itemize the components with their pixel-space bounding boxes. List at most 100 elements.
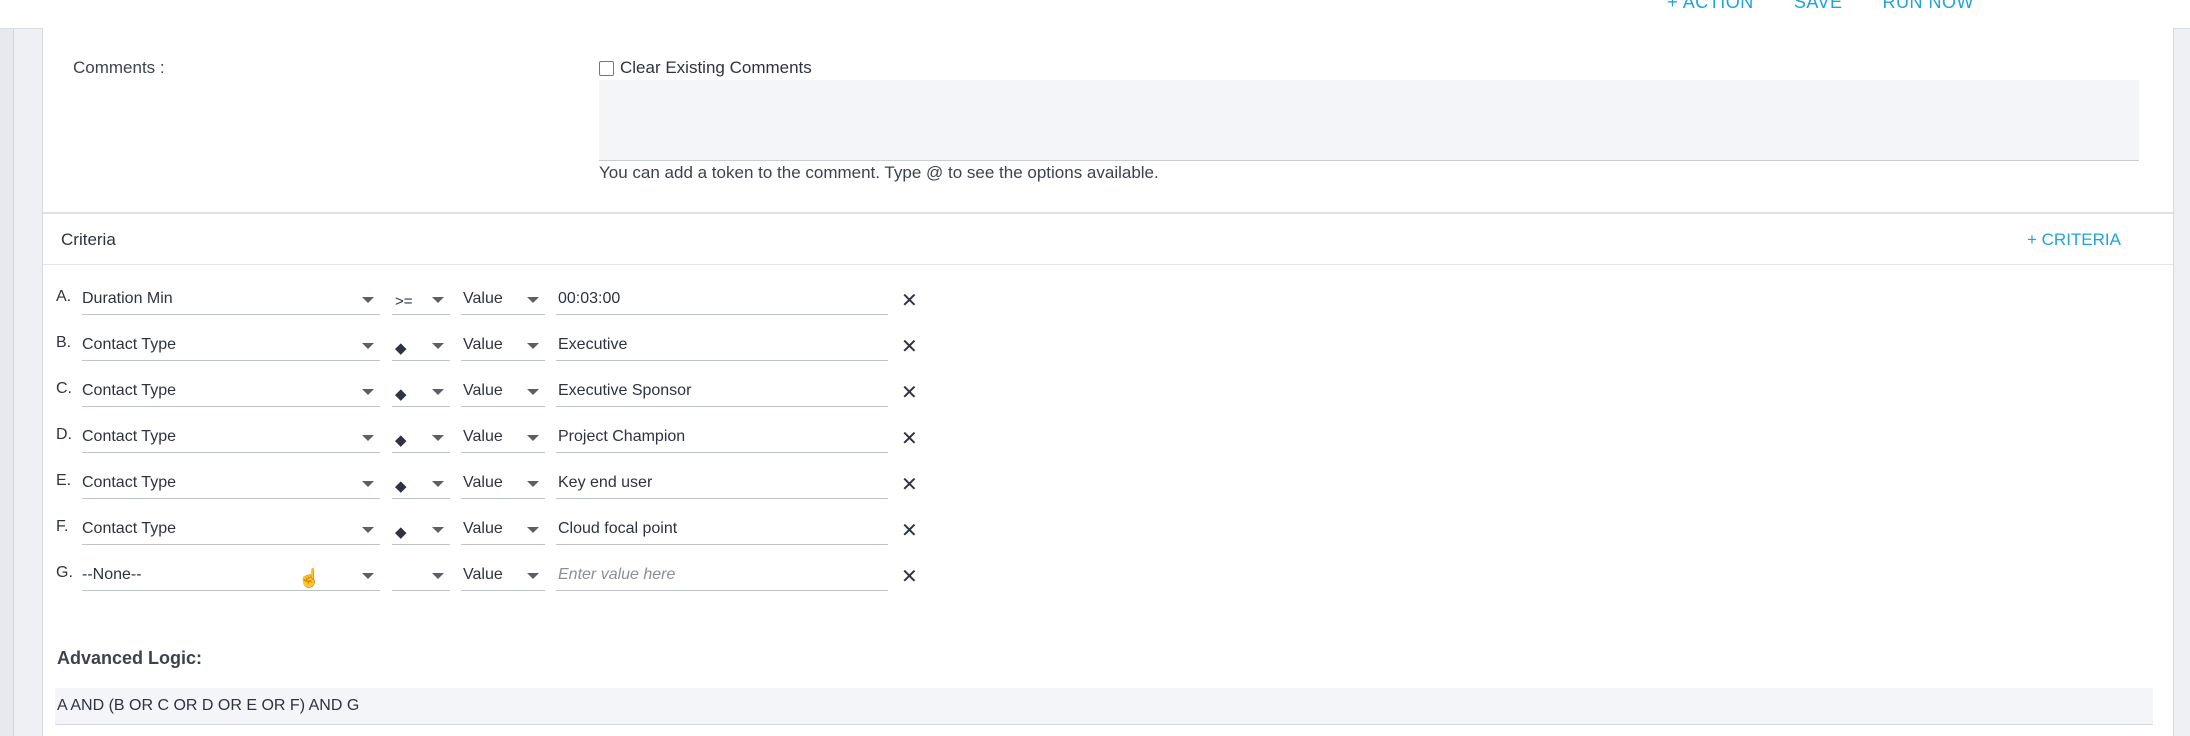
row-letter: G. bbox=[56, 564, 73, 581]
add-criteria-button[interactable]: + CRITERIA bbox=[2027, 230, 2121, 250]
criteria-row: D. Contact Type ◆ Value Project Champion… bbox=[43, 416, 983, 456]
chevron-down-icon bbox=[432, 527, 444, 533]
value-type-value: Value bbox=[463, 336, 503, 353]
close-icon[interactable]: ✕ bbox=[901, 426, 918, 451]
value-input-placeholder: Enter value here bbox=[558, 566, 676, 583]
chevron-down-icon bbox=[362, 343, 374, 349]
value-type-select[interactable]: Value bbox=[461, 514, 545, 545]
close-icon[interactable]: ✕ bbox=[901, 472, 918, 497]
comments-section: Comments : Clear Existing Comments You c… bbox=[43, 28, 2173, 214]
criteria-header: Criteria + CRITERIA bbox=[43, 214, 2173, 265]
field-select-value: Duration Min bbox=[82, 290, 173, 307]
chevron-down-icon bbox=[527, 527, 539, 533]
field-select[interactable]: Duration Min bbox=[82, 284, 380, 315]
operator-value: ◆ bbox=[395, 524, 407, 541]
criteria-row: G. --None-- Value Enter value here ✕ bbox=[43, 554, 983, 594]
value-type-select[interactable]: Value bbox=[461, 422, 545, 453]
row-letter: C. bbox=[56, 380, 72, 397]
operator-select[interactable]: ◆ bbox=[392, 422, 450, 453]
value-type-value: Value bbox=[463, 382, 503, 399]
criteria-row: A. Duration Min >= Value 00:03:00 ✕ bbox=[43, 278, 983, 318]
field-select-value: Contact Type bbox=[82, 382, 176, 399]
value-type-value: Value bbox=[463, 474, 503, 491]
field-select[interactable]: Contact Type bbox=[82, 514, 380, 545]
comment-hint: You can add a token to the comment. Type… bbox=[599, 163, 1159, 182]
value-input[interactable]: Enter value here bbox=[556, 560, 888, 591]
value-type-select[interactable]: Value bbox=[461, 468, 545, 499]
value-input-text: Executive Sponsor bbox=[558, 382, 692, 399]
value-input[interactable]: Executive bbox=[556, 330, 888, 361]
operator-select[interactable]: ◆ bbox=[392, 468, 450, 499]
chevron-down-icon bbox=[432, 297, 444, 303]
field-select-value: Contact Type bbox=[82, 474, 176, 491]
value-input-text: Key end user bbox=[558, 474, 653, 491]
close-icon[interactable]: ✕ bbox=[901, 564, 918, 589]
operator-value: ◆ bbox=[395, 478, 407, 495]
value-input[interactable]: Cloud focal point bbox=[556, 514, 888, 545]
criteria-title: Criteria bbox=[61, 230, 116, 249]
row-letter: B. bbox=[56, 334, 72, 351]
value-input[interactable]: Project Champion bbox=[556, 422, 888, 453]
operator-value: >= bbox=[395, 293, 413, 310]
value-type-value: Value bbox=[463, 566, 503, 583]
add-action-button[interactable]: + ACTION bbox=[1667, 0, 1754, 13]
operator-select[interactable]: ◆ bbox=[392, 330, 450, 361]
run-now-button[interactable]: RUN NOW bbox=[1883, 0, 1975, 13]
clear-comments-checkbox[interactable] bbox=[599, 60, 614, 76]
row-letter: A. bbox=[56, 288, 72, 305]
field-select-value: --None-- bbox=[82, 566, 142, 583]
criteria-row: B. Contact Type ◆ Value Executive ✕ bbox=[43, 324, 983, 364]
value-type-select[interactable]: Value bbox=[461, 376, 545, 407]
criteria-row: C. Contact Type ◆ Value Executive Sponso… bbox=[43, 370, 983, 410]
field-select-value: Contact Type bbox=[82, 428, 176, 445]
field-select[interactable]: Contact Type bbox=[82, 468, 380, 499]
field-select[interactable]: Contact Type bbox=[82, 422, 380, 453]
left-strip bbox=[0, 0, 14, 736]
comment-textarea[interactable] bbox=[599, 80, 2139, 161]
value-input-text: Cloud focal point bbox=[558, 520, 678, 537]
close-icon[interactable]: ✕ bbox=[901, 380, 918, 405]
field-select[interactable]: --None-- bbox=[82, 560, 380, 591]
chevron-down-icon bbox=[432, 435, 444, 441]
clear-comments-option[interactable]: Clear Existing Comments bbox=[599, 58, 812, 78]
operator-select[interactable]: >= bbox=[392, 284, 450, 315]
operator-select[interactable]: ◆ bbox=[392, 376, 450, 407]
operator-value: ◆ bbox=[395, 340, 407, 357]
close-icon[interactable]: ✕ bbox=[901, 334, 918, 359]
advanced-logic-title: Advanced Logic: bbox=[57, 648, 203, 668]
chevron-down-icon bbox=[527, 297, 539, 303]
chevron-down-icon bbox=[362, 297, 374, 303]
value-type-value: Value bbox=[463, 290, 503, 307]
value-type-select[interactable]: Value bbox=[461, 284, 545, 315]
chevron-down-icon bbox=[362, 481, 374, 487]
field-select-value: Contact Type bbox=[82, 336, 176, 353]
criteria-row: F. Contact Type ◆ Value Cloud focal poin… bbox=[43, 508, 983, 548]
advanced-logic-value: A AND (B OR C OR D OR E OR F) AND G bbox=[57, 697, 360, 714]
rule-panel: Comments : Clear Existing Comments You c… bbox=[42, 28, 2174, 736]
field-select[interactable]: Contact Type bbox=[82, 376, 380, 407]
field-select-value: Contact Type bbox=[82, 520, 176, 537]
close-icon[interactable]: ✕ bbox=[901, 288, 918, 313]
operator-select[interactable]: ◆ bbox=[392, 514, 450, 545]
top-bar: + ACTION SAVE RUN NOW bbox=[0, 0, 2190, 29]
save-button[interactable]: SAVE bbox=[1794, 0, 1843, 13]
chevron-down-icon bbox=[527, 343, 539, 349]
operator-value: ◆ bbox=[395, 432, 407, 449]
value-input-text: Executive bbox=[558, 336, 628, 353]
advanced-logic-input[interactable]: A AND (B OR C OR D OR E OR F) AND G bbox=[55, 688, 2153, 725]
operator-value: ◆ bbox=[395, 386, 407, 403]
chevron-down-icon bbox=[432, 343, 444, 349]
value-type-value: Value bbox=[463, 428, 503, 445]
field-select[interactable]: Contact Type bbox=[82, 330, 380, 361]
close-icon[interactable]: ✕ bbox=[901, 518, 918, 543]
operator-select[interactable] bbox=[392, 560, 450, 591]
value-input-text: Project Champion bbox=[558, 428, 686, 445]
value-input[interactable]: Key end user bbox=[556, 468, 888, 499]
value-type-select[interactable]: Value bbox=[461, 330, 545, 361]
value-type-select[interactable]: Value bbox=[461, 560, 545, 591]
value-input[interactable]: 00:03:00 bbox=[556, 284, 888, 315]
comments-label: Comments : bbox=[73, 58, 165, 77]
value-input-text: 00:03:00 bbox=[558, 290, 621, 307]
value-input[interactable]: Executive Sponsor bbox=[556, 376, 888, 407]
chevron-down-icon bbox=[432, 481, 444, 487]
